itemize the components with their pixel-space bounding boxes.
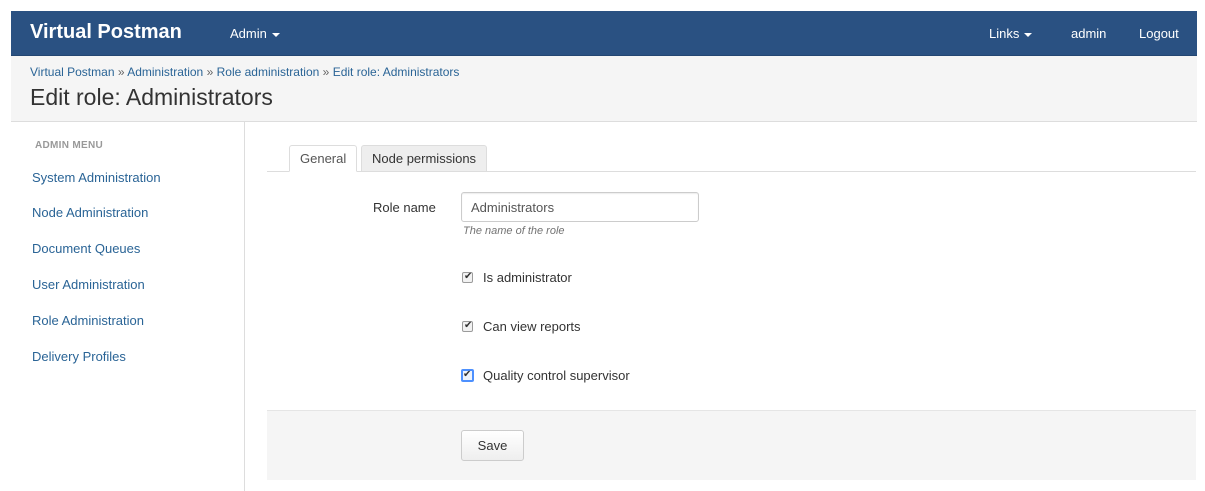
admin-menu-dropdown[interactable]: Admin: [230, 26, 280, 41]
breadcrumb-link-home[interactable]: Virtual Postman: [30, 65, 115, 79]
breadcrumb: Virtual Postman » Administration » Role …: [30, 65, 459, 79]
user-link[interactable]: admin: [1071, 26, 1106, 41]
quality-control-supervisor-checkbox[interactable]: ✔: [461, 369, 474, 382]
can-view-reports-label[interactable]: Can view reports: [483, 319, 581, 334]
checkmark-icon: ✔: [464, 320, 473, 331]
role-name-input[interactable]: [461, 192, 699, 222]
sidebar-item-system-administration[interactable]: System Administration: [32, 170, 161, 185]
sidebar-item-user-administration[interactable]: User Administration: [32, 277, 145, 292]
can-view-reports-checkbox[interactable]: ✔: [462, 320, 473, 332]
is-administrator-checkbox[interactable]: ✔: [462, 271, 473, 283]
role-name-label: Role name: [373, 200, 436, 215]
links-menu-label: Links: [989, 26, 1020, 41]
tab-general[interactable]: General: [289, 145, 358, 172]
page-header: Virtual Postman » Administration » Role …: [11, 56, 1197, 122]
sidebar-item-role-administration[interactable]: Role Administration: [32, 313, 144, 328]
is-administrator-label[interactable]: Is administrator: [483, 270, 572, 285]
tab-node-permissions[interactable]: Node permissions: [361, 145, 488, 172]
caret-down-icon: [1024, 32, 1033, 37]
breadcrumb-separator: »: [322, 65, 330, 79]
links-menu-dropdown[interactable]: Links: [989, 26, 1033, 41]
tab-bar: General Node permissions: [267, 145, 1196, 172]
sidebar-header: ADMIN MENU: [35, 140, 103, 151]
page-title: Edit role: Administrators: [30, 84, 273, 110]
page: Virtual Postman Admin Links admin Logout…: [0, 0, 1205, 491]
breadcrumb-separator: »: [206, 65, 214, 79]
checkmark-icon: ✔: [463, 369, 472, 380]
top-navbar: Virtual Postman Admin Links admin Logout: [11, 11, 1197, 56]
quality-control-supervisor-label[interactable]: Quality control supervisor: [483, 368, 630, 383]
sidebar-item-document-queues[interactable]: Document Queues: [32, 241, 140, 256]
admin-menu-label: Admin: [230, 26, 267, 41]
breadcrumb-link-current[interactable]: Edit role: Administrators: [333, 65, 460, 79]
breadcrumb-separator: »: [117, 65, 125, 79]
caret-down-icon: [271, 32, 280, 37]
sidebar-item-node-administration[interactable]: Node Administration: [32, 205, 148, 220]
sidebar-item-delivery-profiles[interactable]: Delivery Profiles: [32, 349, 126, 364]
breadcrumb-link-role-administration[interactable]: Role administration: [217, 65, 320, 79]
save-button[interactable]: Save: [461, 430, 524, 461]
role-name-help-text: The name of the role: [463, 225, 565, 237]
admin-sidebar: ADMIN MENU System Administration Node Ad…: [11, 122, 245, 491]
brand-link[interactable]: Virtual Postman: [30, 21, 182, 44]
logout-link[interactable]: Logout: [1139, 26, 1179, 41]
form-actions-bar: [267, 410, 1196, 480]
checkmark-icon: ✔: [464, 271, 473, 282]
breadcrumb-link-administration[interactable]: Administration: [127, 65, 203, 79]
